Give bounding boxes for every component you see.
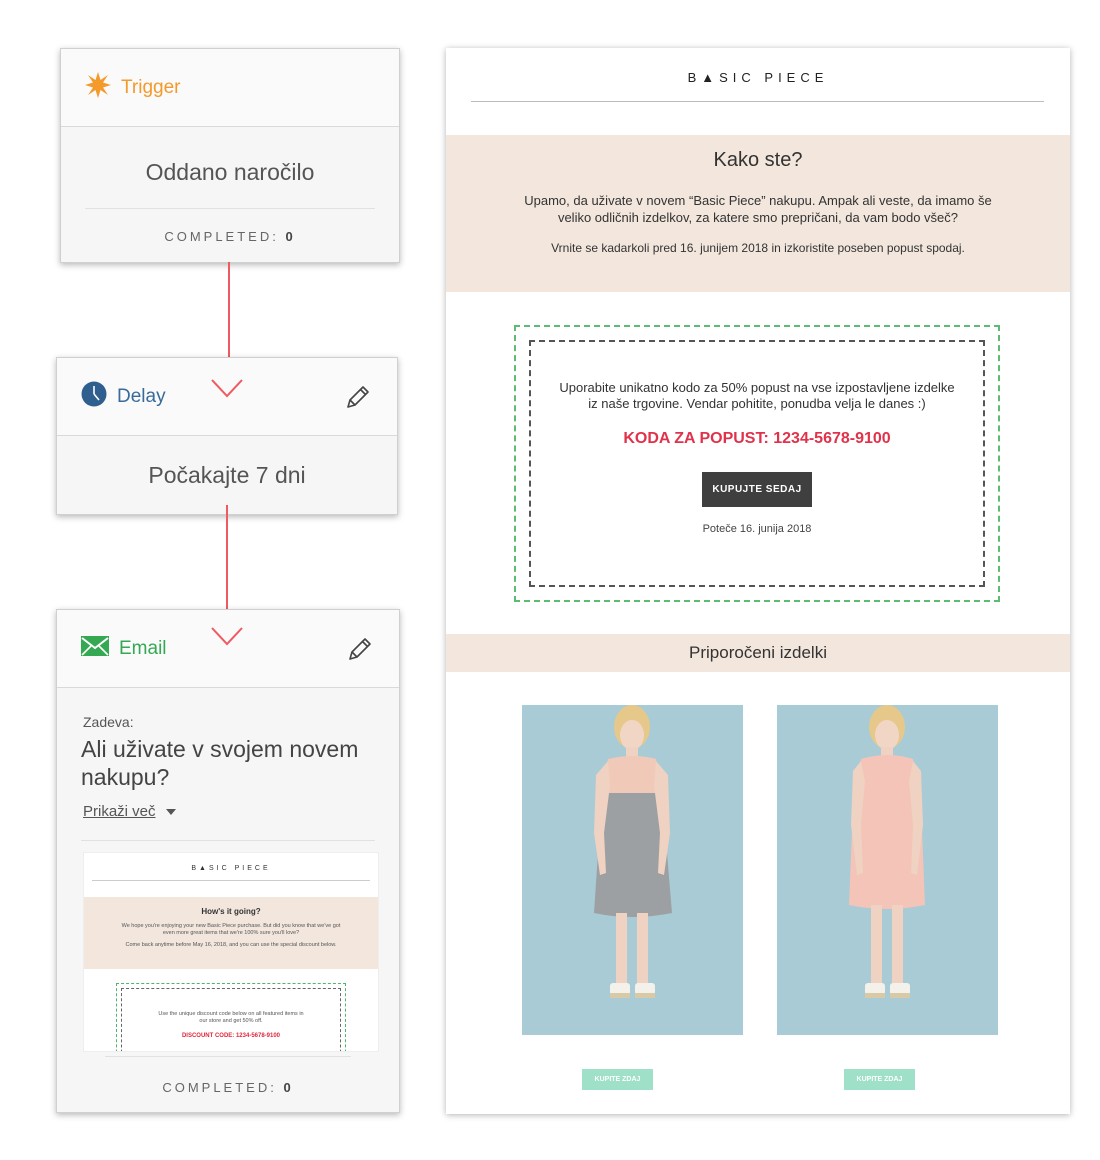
- completed-count: 0: [283, 1080, 294, 1095]
- product-image-pink-dress[interactable]: [777, 705, 998, 1035]
- preview-coupon-text: Use the unique discount code below on al…: [158, 1011, 304, 1024]
- discount-code: KODA ZA POPUST: 1234-5678-9100: [623, 430, 891, 447]
- email-completed: COMPLETED: 0: [57, 1080, 399, 1095]
- buy-now-button[interactable]: KUPUJTE SEDAJ: [702, 472, 812, 507]
- divider: [105, 1056, 351, 1057]
- delay-description: Počakajte 7 dni: [148, 462, 306, 488]
- trigger-card[interactable]: Trigger Oddano naročilo COMPLETED: 0: [60, 48, 400, 263]
- coupon-box: Uporabite unikatno kodo za 50% popust na…: [514, 325, 1000, 602]
- preview-heading: How's it going?: [201, 907, 261, 916]
- coupon-text: Uporabite unikatno kodo za 50% popust na…: [559, 380, 955, 411]
- hero-section: Kako ste? Upamo, da uživate v novem “Bas…: [446, 135, 1070, 292]
- preview-coupon: Use the unique discount code below on al…: [116, 983, 346, 1051]
- preview-text2: Come back anytime before May 16, 2018, a…: [125, 942, 337, 948]
- completed-label: COMPLETED:: [164, 229, 279, 244]
- pencil-icon[interactable]: [345, 384, 371, 415]
- show-more-link[interactable]: Prikaži več: [83, 803, 176, 820]
- divider: [81, 840, 375, 841]
- arrow-head: [211, 379, 243, 398]
- hero-text: Upamo, da uživate v novem “Basic Piece” …: [524, 193, 992, 225]
- shop-now-button[interactable]: KUPITE ZDAJ: [582, 1069, 653, 1090]
- hero-title: Kako ste?: [713, 149, 803, 171]
- email-thumbnail[interactable]: B▲SIC PIECE How's it going? We hope you'…: [83, 852, 379, 1052]
- subject-label: Zadeva:: [83, 714, 134, 730]
- preview-hero: How's it going? We hope you're enjoying …: [84, 897, 378, 969]
- clock-icon: [81, 381, 107, 412]
- product-image-grey-dress[interactable]: [522, 705, 743, 1035]
- preview-brand: B▲SIC PIECE: [191, 865, 271, 872]
- preview-coupon-code: DISCOUNT CODE: 1234-5678-9100: [181, 1033, 281, 1039]
- preview-coupon-inner: Use the unique discount code below on al…: [121, 988, 341, 1051]
- recommended-title: Priporočeni izdelki: [446, 634, 1070, 672]
- brand-logo: B▲SIC PIECE: [687, 70, 829, 85]
- trigger-title: Trigger: [121, 76, 181, 98]
- coupon-inner-box: Uporabite unikatno kodo za 50% popust na…: [529, 340, 985, 587]
- email-card-header: Email: [57, 610, 399, 688]
- starburst-icon: [85, 72, 111, 103]
- preview-text1: We hope you're enjoying your new Basic P…: [121, 923, 341, 936]
- email-preview: B▲SIC PIECE Kako ste? Upamo, da uživate …: [446, 48, 1070, 1114]
- caret-down-icon: [165, 809, 176, 816]
- shop-now-button[interactable]: KUPITE ZDAJ: [844, 1069, 915, 1090]
- completed-count: 0: [285, 229, 296, 244]
- delay-title: Delay: [117, 385, 166, 407]
- trigger-completed: COMPLETED: 0: [61, 229, 399, 244]
- arrow-head: [211, 627, 243, 646]
- trigger-card-header: Trigger: [61, 49, 399, 127]
- divider: [85, 208, 375, 209]
- email-card[interactable]: Email Zadeva: Ali uživate v svojem novem…: [56, 609, 400, 1113]
- expiry-date: Poteče 16. junija 2018: [702, 523, 812, 535]
- brand-rule: [471, 101, 1044, 102]
- show-more-label: Prikaži več: [83, 803, 156, 820]
- completed-label: COMPLETED:: [162, 1080, 277, 1095]
- email-title: Email: [119, 637, 167, 659]
- email-subject: Ali uživate v svojem novem nakupu?: [81, 736, 359, 790]
- preview-rule: [92, 880, 370, 881]
- envelope-icon: [81, 636, 109, 661]
- trigger-event: Oddano naročilo: [145, 159, 315, 185]
- pencil-icon[interactable]: [347, 636, 373, 667]
- hero-text-secondary: Vrnite se kadarkoli pred 16. junijem 201…: [551, 241, 965, 255]
- connector-arrow: [228, 262, 230, 358]
